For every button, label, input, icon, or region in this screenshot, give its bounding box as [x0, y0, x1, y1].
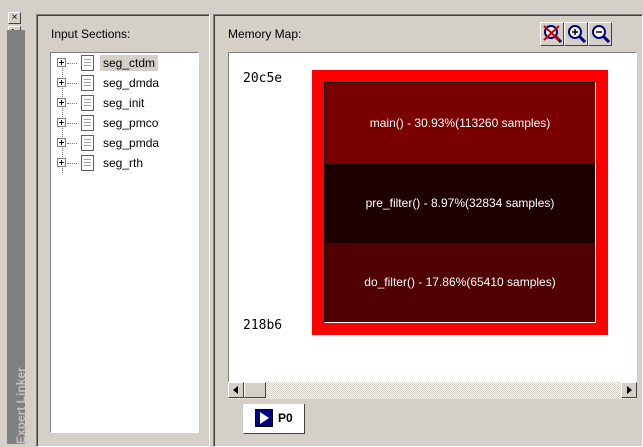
tree-item[interactable]: seg_pmda [51, 133, 198, 153]
tree-item-label: seg_init [103, 96, 145, 110]
tree-item-label: seg_pmda [103, 136, 160, 150]
tree-item[interactable]: seg_dmda [51, 73, 198, 93]
expand-icon[interactable] [57, 158, 66, 167]
tree-item[interactable]: seg_pmco [51, 113, 198, 133]
expand-icon[interactable] [57, 98, 66, 107]
input-sections-tree[interactable]: seg_ctdm seg_dmda seg_init seg_pmco seg_pmda… [50, 52, 199, 433]
arrow-right-icon [627, 386, 632, 394]
tab-label: P0 [278, 411, 293, 425]
zoom-out-button[interactable] [588, 22, 612, 46]
expert-linker-sidebar: × ▸ Expert Linker [0, 0, 29, 447]
zoom-clear-button[interactable] [540, 22, 564, 46]
close-icon[interactable]: × [8, 12, 21, 24]
zoom-out-icon [592, 25, 611, 44]
segment-pre-filter[interactable]: pre_filter() - 8.97%(32834 samples) [325, 164, 595, 243]
segment-main[interactable]: main() - 30.93%(113260 samples) [325, 83, 595, 164]
document-icon [81, 135, 94, 151]
segment-do-filter[interactable]: do_filter() - 17.86%(65410 samples) [325, 243, 595, 322]
expand-icon[interactable] [57, 58, 66, 67]
scroll-left-button[interactable] [228, 382, 244, 398]
document-icon [81, 95, 94, 111]
start-address: 20c5e [243, 71, 283, 86]
tab-p0[interactable]: P0 [243, 404, 305, 434]
zoom-clear-icon [543, 25, 563, 44]
horizontal-scrollbar[interactable] [228, 382, 637, 399]
tree-item-label: seg_rth [103, 156, 144, 170]
sidebar-caption-strip: Expert Linker [7, 30, 28, 444]
tree-item[interactable]: seg_init [51, 93, 198, 113]
tree-item[interactable]: seg_ctdm [51, 53, 198, 73]
zoom-in-icon [568, 25, 587, 44]
document-icon [81, 155, 94, 171]
memory-segment-block[interactable]: main() - 30.93%(113260 samples) pre_filt… [312, 70, 608, 335]
document-icon [81, 55, 94, 71]
tree-item-label: seg_dmda [103, 76, 160, 90]
expand-icon[interactable] [57, 118, 66, 127]
tree-item[interactable]: seg_rth [51, 153, 198, 173]
input-sections-label: Input Sections: [51, 27, 131, 41]
memory-map-view[interactable]: 20c5e 218b6 main() - 30.93%(113260 sampl… [228, 52, 637, 399]
document-icon [81, 115, 94, 131]
tree-item-label: seg_ctdm [100, 55, 159, 71]
sidebar-title: Expert Linker [14, 367, 28, 444]
expand-icon[interactable] [57, 78, 66, 87]
tree-item-label: seg_pmco [103, 116, 159, 130]
scroll-thumb[interactable] [244, 382, 266, 398]
arrow-left-icon [233, 386, 238, 394]
scroll-right-button[interactable] [621, 382, 637, 398]
document-icon [81, 75, 94, 91]
expand-icon[interactable] [57, 138, 66, 147]
play-icon [255, 409, 273, 427]
end-address: 218b6 [243, 318, 283, 333]
zoom-in-button[interactable] [564, 22, 588, 46]
memory-map-label: Memory Map: [228, 27, 302, 41]
